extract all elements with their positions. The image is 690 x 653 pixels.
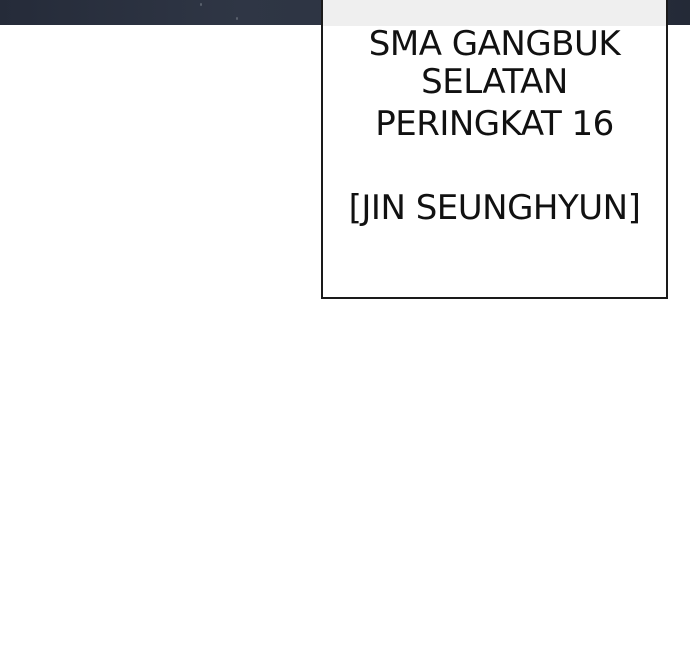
caption-top-shade bbox=[323, 0, 666, 26]
caption-line-rank: PERINGKAT 16 bbox=[375, 104, 614, 144]
caption-line-school: SMA GANGBUK bbox=[368, 24, 621, 64]
band-speck bbox=[236, 17, 238, 20]
caption-box: SMA GANGBUK SELATAN PERINGKAT 16 [JIN SE… bbox=[321, 0, 668, 299]
caption-line-school-area: SELATAN bbox=[421, 62, 568, 102]
caption-line-character-name: [JIN SEUNGHYUN] bbox=[348, 188, 641, 228]
band-speck bbox=[200, 3, 202, 6]
comic-panel: SMA GANGBUK SELATAN PERINGKAT 16 [JIN SE… bbox=[0, 0, 690, 653]
